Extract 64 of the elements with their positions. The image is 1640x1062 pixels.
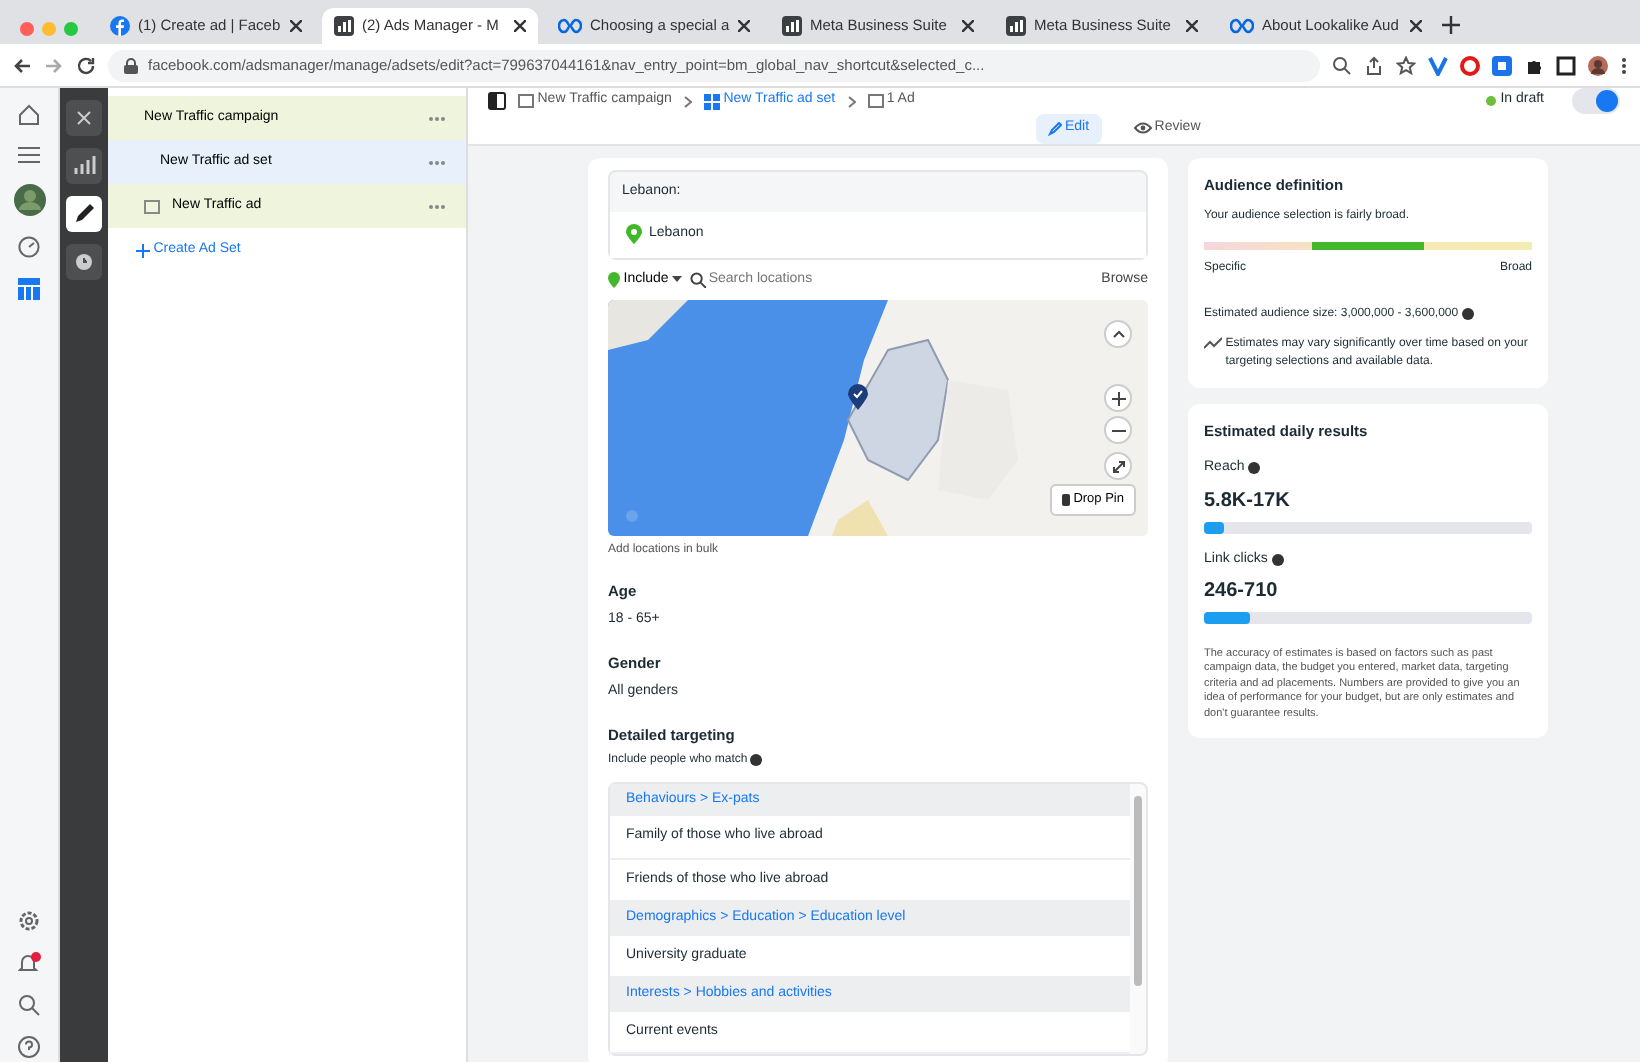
- metric-value: 246-710: [1204, 578, 1280, 606]
- settings-icon[interactable]: [18, 910, 40, 932]
- status-dot-icon: [1486, 96, 1497, 106]
- home-icon[interactable]: [18, 104, 40, 126]
- plus-icon: [136, 243, 150, 258]
- close-icon[interactable]: [1410, 20, 1422, 32]
- search-icon: [689, 271, 706, 288]
- chevron-icon: [847, 95, 856, 107]
- grid-icon: [703, 93, 720, 109]
- avatar-icon[interactable]: [1588, 55, 1608, 75]
- search-icon[interactable]: [1332, 55, 1352, 75]
- star-icon[interactable]: [1396, 55, 1416, 75]
- pencil-icon: [1047, 121, 1062, 136]
- back-icon[interactable]: [12, 55, 32, 75]
- folder-icon: [518, 94, 534, 108]
- pencil-button[interactable]: [66, 196, 102, 232]
- infinity-icon: [558, 18, 582, 34]
- sidebar-icon[interactable]: [1556, 55, 1576, 75]
- chart-icon: [1006, 16, 1026, 36]
- lock-icon: [124, 57, 138, 73]
- location-pin-icon: [626, 224, 642, 245]
- info-icon: [1271, 553, 1284, 566]
- close-button[interactable]: [66, 100, 102, 136]
- chart-icon: [782, 16, 802, 36]
- zoom-in-icon: [1111, 391, 1125, 405]
- close-icon[interactable]: [738, 20, 750, 32]
- infinity-icon: [1230, 18, 1254, 34]
- info-icon: [750, 754, 763, 767]
- menu-icon[interactable]: [18, 146, 40, 164]
- metric-value: 5.8K-17K: [1204, 487, 1292, 515]
- folder-icon: [867, 94, 884, 108]
- close-icon[interactable]: [1186, 20, 1198, 32]
- chevron-icon: [683, 95, 692, 107]
- account-avatar-icon[interactable]: [13, 184, 45, 216]
- panel-toggle-icon[interactable]: [488, 92, 506, 110]
- help-icon[interactable]: [18, 1036, 40, 1058]
- new-tab-icon[interactable]: [1442, 16, 1460, 34]
- gauge-icon[interactable]: [18, 236, 40, 258]
- location-pin-icon: [608, 271, 620, 288]
- info-icon: [1461, 308, 1474, 321]
- search-icon[interactable]: [18, 994, 40, 1016]
- scrollbar-thumb[interactable]: [1134, 795, 1142, 986]
- clock-button[interactable]: [66, 244, 102, 280]
- notifications-icon[interactable]: [17, 952, 41, 974]
- reload-icon[interactable]: [76, 55, 96, 75]
- caret-icon: [672, 276, 683, 283]
- puzzle-icon[interactable]: [1524, 55, 1544, 75]
- eye-icon: [1133, 122, 1152, 135]
- fullscreen-icon: [1111, 459, 1125, 473]
- collapse-icon: [1111, 327, 1125, 341]
- share-icon[interactable]: [1364, 55, 1384, 75]
- trend-icon: [1204, 335, 1222, 350]
- facebook-icon: [110, 16, 130, 36]
- close-icon[interactable]: [514, 20, 526, 32]
- ad-icon: [144, 199, 160, 213]
- chart-button[interactable]: [66, 148, 102, 184]
- info-icon: [1247, 462, 1260, 475]
- more-icon[interactable]: [1620, 55, 1628, 75]
- close-icon[interactable]: [962, 20, 974, 32]
- grid-icon[interactable]: [18, 278, 40, 300]
- close-icon[interactable]: [290, 20, 302, 32]
- toggle-switch[interactable]: [1572, 88, 1620, 114]
- chart-icon: [334, 16, 354, 36]
- location-pin-icon: [848, 384, 868, 410]
